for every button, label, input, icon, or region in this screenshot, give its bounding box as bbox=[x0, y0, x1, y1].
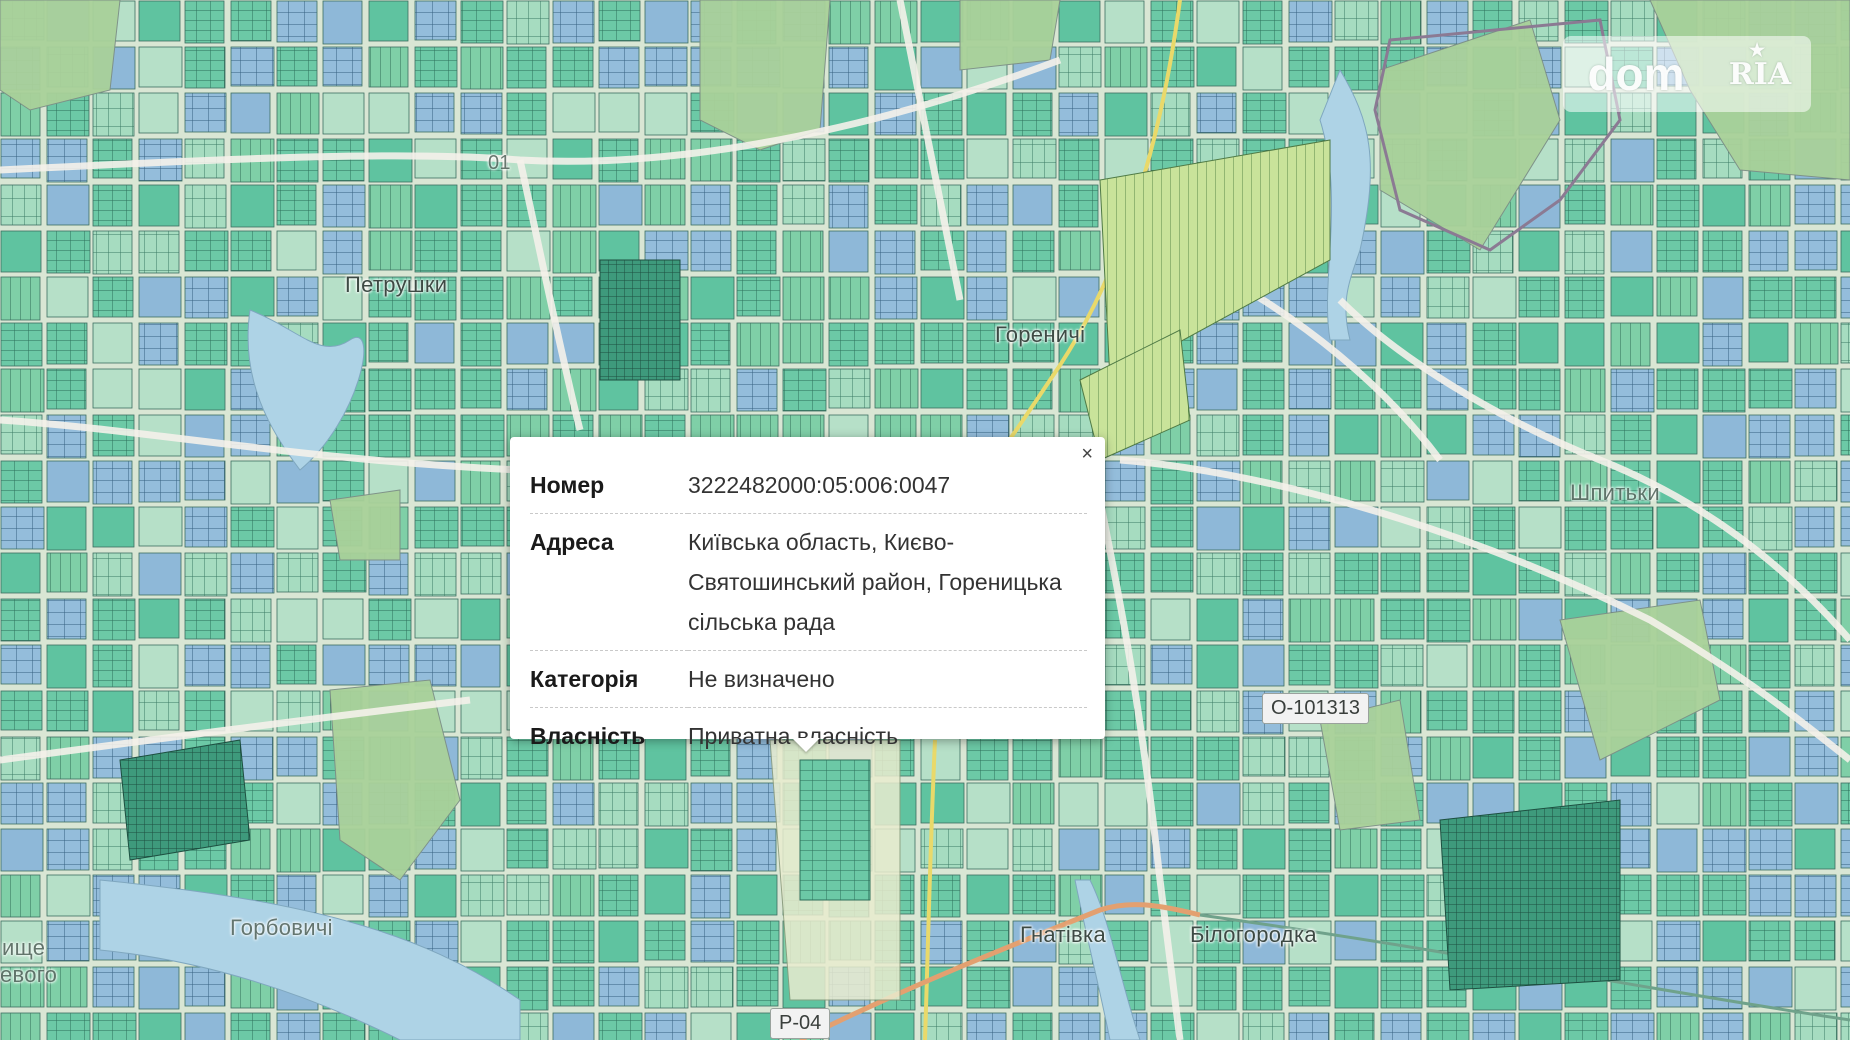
field-value-ownership: Приватна власність bbox=[688, 723, 899, 749]
domria-logo: dom ★ RIA bbox=[1563, 36, 1811, 112]
place-label-hnativka: Гнатівка bbox=[1020, 922, 1106, 947]
place-label-shpytky: Шпитьки bbox=[1570, 480, 1660, 505]
road-shield-r-04: Р-04 bbox=[770, 1008, 831, 1039]
field-value-address: Київська область, Києво-Святошинський ра… bbox=[688, 513, 1087, 651]
field-value-category: Не визначено bbox=[688, 650, 1087, 708]
table-row-number: Номер 3222482000:05:006:0047 bbox=[530, 457, 1087, 514]
table-row-address: Адреса Київська область, Києво-Святошинс… bbox=[530, 513, 1087, 651]
logo-ria-part: ★ RIA bbox=[1709, 36, 1811, 112]
road-shield-o-101313: О-101313 bbox=[1262, 693, 1369, 724]
place-label-bilohorodka: Білогородка bbox=[1190, 922, 1317, 947]
logo-dom-text: dom bbox=[1563, 36, 1709, 112]
field-label-address: Адреса bbox=[530, 513, 688, 651]
place-label-ishche: ище bbox=[2, 935, 46, 960]
field-label-category: Категорія bbox=[530, 650, 688, 708]
table-row-category: Категорія Не визначено bbox=[530, 650, 1087, 708]
popup-pointer bbox=[792, 738, 820, 752]
parcel-info-popup: × Номер 3222482000:05:006:0047 Адреса Ки… bbox=[510, 437, 1105, 749]
close-icon[interactable]: × bbox=[1081, 443, 1093, 465]
parcel-info-table: Номер 3222482000:05:006:0047 Адреса Київ… bbox=[530, 457, 1087, 764]
place-label-horenychi: Гореничі bbox=[995, 322, 1086, 347]
table-row-ownership: Власність Приватна власність bbox=[530, 708, 1087, 765]
field-value-number: 3222482000:05:006:0047 bbox=[688, 457, 1087, 514]
field-label-ownership: Власність bbox=[530, 723, 646, 749]
star-icon: ★ bbox=[1749, 40, 1766, 61]
place-label-petrushky: Петрушки bbox=[345, 272, 448, 297]
road-label-01: 01 bbox=[488, 152, 511, 174]
logo-ria-text: RIA bbox=[1728, 56, 1792, 92]
place-label-horbovychi: Горбовичі bbox=[230, 915, 333, 940]
place-label-evoho: евого bbox=[0, 962, 58, 987]
field-label-number: Номер bbox=[530, 457, 688, 514]
